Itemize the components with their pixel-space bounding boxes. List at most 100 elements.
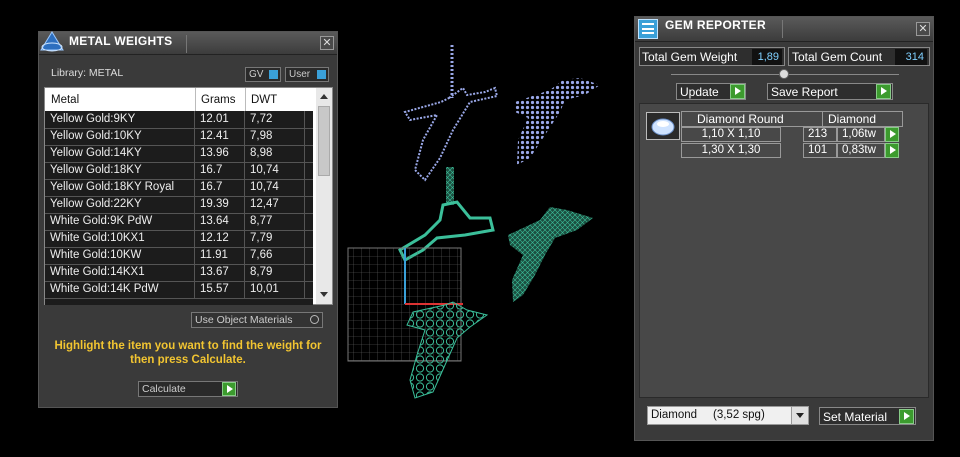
cross-outline-teal[interactable]: [398, 167, 495, 263]
table-row[interactable]: White Gold:14KX1 13.67 8,79: [45, 264, 313, 282]
col-dwt-header[interactable]: DWT: [251, 94, 277, 106]
user-toggle[interactable]: User: [285, 67, 329, 82]
use-object-materials-label: Use Object Materials: [195, 314, 293, 326]
grams-cell: 13.64: [195, 213, 245, 230]
diamond-round-icon: [651, 118, 675, 136]
gem-reporter-panel: GEM REPORTER ✕ Total Gem Weight 1,89 Tot…: [634, 16, 934, 441]
col-grams-header[interactable]: Grams: [201, 94, 236, 106]
viewport-3d-models[interactable]: [345, 40, 615, 440]
gem-weight-cell: 1,06tw: [837, 127, 885, 142]
cross-lattice-teal[interactable]: [406, 301, 489, 399]
save-report-go-icon: [876, 84, 891, 99]
gem-count-cell: 213: [803, 127, 837, 142]
gem-reporter-logo-icon: [638, 19, 658, 39]
material-select[interactable]: Diamond (3,52 spg): [647, 406, 809, 425]
table-row[interactable]: Yellow Gold:18KY Royal 16.7 10,74: [45, 179, 313, 197]
table-row[interactable]: White Gold:9K PdW 13.64 8,77: [45, 213, 313, 231]
table-row[interactable]: White Gold:14K PdW 15.57 10,01: [45, 281, 313, 299]
grams-cell: 15.57: [195, 281, 245, 298]
user-toggle-label: User: [289, 69, 311, 80]
grams-cell: 12.41: [195, 128, 245, 145]
grams-cell: 13.96: [195, 145, 245, 162]
dwt-cell: 10,74: [245, 179, 305, 196]
grams-cell: 19.39: [195, 196, 245, 213]
metal-weights-titlebar[interactable]: METAL WEIGHTS ✕: [39, 31, 337, 55]
use-object-materials-checkbox[interactable]: Use Object Materials: [191, 312, 323, 328]
metal-weights-close-button[interactable]: ✕: [320, 36, 334, 50]
cross-filled-blue[interactable]: [515, 78, 600, 165]
metal-name-cell: White Gold:9K PdW: [45, 213, 195, 230]
metal-name-cell: White Gold:14KX1: [45, 264, 195, 281]
col-divider: [245, 88, 246, 111]
table-row[interactable]: White Gold:10KW 11.91 7,66: [45, 247, 313, 265]
gem-row-go-button[interactable]: [885, 127, 899, 142]
checkbox-circle-icon: [310, 315, 319, 324]
calculate-hint: Highlight the item you want to find the …: [54, 340, 322, 366]
gem-reporter-title: GEM REPORTER: [665, 18, 766, 32]
gem-row-go-button[interactable]: [885, 143, 899, 158]
grams-cell: 16.7: [195, 179, 245, 196]
metal-table-scrollbar[interactable]: [316, 88, 332, 304]
library-label: Library: METAL: [51, 67, 124, 79]
metal-name-cell: White Gold:14K PdW: [45, 281, 195, 298]
update-label: Update: [680, 85, 719, 99]
update-button[interactable]: Update: [676, 83, 746, 100]
metal-name-cell: White Gold:10KW: [45, 247, 195, 264]
total-gem-weight-value: 1,89: [752, 49, 782, 65]
gem-row[interactable]: 1,10 X 1,10 213 1,06tw: [681, 127, 921, 143]
set-material-button[interactable]: Set Material: [819, 407, 916, 425]
metal-table-header: Metal Grams DWT: [45, 88, 313, 111]
scroll-thumb[interactable]: [318, 106, 330, 176]
dwt-cell: 7,66: [245, 247, 305, 264]
col-metal-header[interactable]: Metal: [51, 94, 79, 106]
table-row[interactable]: Yellow Gold:18KY 16.7 10,74: [45, 162, 313, 180]
table-row[interactable]: Yellow Gold:14KY 13.96 8,98: [45, 145, 313, 163]
metal-name-cell: Yellow Gold:18KY Royal: [45, 179, 195, 196]
grams-cell: 12.12: [195, 230, 245, 247]
save-report-label: Save Report: [771, 85, 838, 99]
dwt-cell: 8,77: [245, 213, 305, 230]
table-row[interactable]: White Gold:10KX1 12.12 7,79: [45, 230, 313, 248]
gem-shape-thumbnail[interactable]: [646, 112, 680, 140]
grams-cell: 11.91: [195, 247, 245, 264]
metal-weights-panel: METAL WEIGHTS ✕ Library: METAL GV User M…: [38, 31, 338, 408]
save-report-button[interactable]: Save Report: [767, 83, 893, 100]
titlebar-divider: [186, 35, 187, 53]
metal-name-cell: White Gold:10KX1: [45, 230, 195, 247]
gv-toggle[interactable]: GV: [245, 67, 281, 82]
table-row[interactable]: Yellow Gold:10KY 12.41 7,98: [45, 128, 313, 146]
total-gem-count-value: 314: [895, 49, 927, 65]
gem-reporter-titlebar[interactable]: GEM REPORTER ✕: [635, 17, 933, 42]
metal-name-cell: Yellow Gold:14KY: [45, 145, 195, 162]
table-row[interactable]: Yellow Gold:22KY 19.39 12,47: [45, 196, 313, 214]
table-row[interactable]: Yellow Gold:9KY 12.01 7,72: [45, 111, 313, 129]
gem-row[interactable]: 1,30 X 1,30 101 0,83tw: [681, 143, 921, 159]
total-gem-count-label: Total Gem Count: [792, 50, 883, 64]
gem-reporter-close-button[interactable]: ✕: [916, 22, 930, 36]
total-gem-weight-label: Total Gem Weight: [642, 50, 738, 64]
scroll-down-arrow-icon[interactable]: [320, 292, 328, 297]
update-go-icon: [730, 84, 745, 99]
calculate-label: Calculate: [142, 383, 186, 395]
dwt-cell: 7,72: [245, 111, 305, 128]
cross-outline-blue[interactable]: [403, 45, 499, 182]
grams-cell: 12.01: [195, 111, 245, 128]
splitter-handle-icon[interactable]: [779, 69, 789, 79]
metal-name-cell: Yellow Gold:22KY: [45, 196, 195, 213]
gem-size-cell: 1,30 X 1,30: [681, 143, 781, 158]
dropdown-arrow-icon: [791, 407, 808, 424]
gem-shape-header: Diamond Round: [697, 112, 784, 126]
total-gem-weight-box: Total Gem Weight 1,89: [639, 47, 785, 66]
gv-toggle-label: GV: [249, 69, 264, 80]
dwt-cell: 7,79: [245, 230, 305, 247]
gem-weight-cell: 0,83tw: [837, 143, 885, 158]
cross-filled-teal[interactable]: [508, 207, 593, 302]
calculate-button[interactable]: Calculate: [138, 381, 238, 397]
grams-cell: 13.67: [195, 264, 245, 281]
dwt-cell: 10,74: [245, 162, 305, 179]
total-gem-count-box: Total Gem Count 314: [788, 47, 930, 66]
metal-weights-logo-icon: [40, 31, 64, 52]
dwt-cell: 8,98: [245, 145, 305, 162]
scroll-up-arrow-icon[interactable]: [320, 94, 328, 99]
metal-table: Metal Grams DWT Yellow Gold:9KY 12.01 7,72…: [44, 87, 333, 305]
